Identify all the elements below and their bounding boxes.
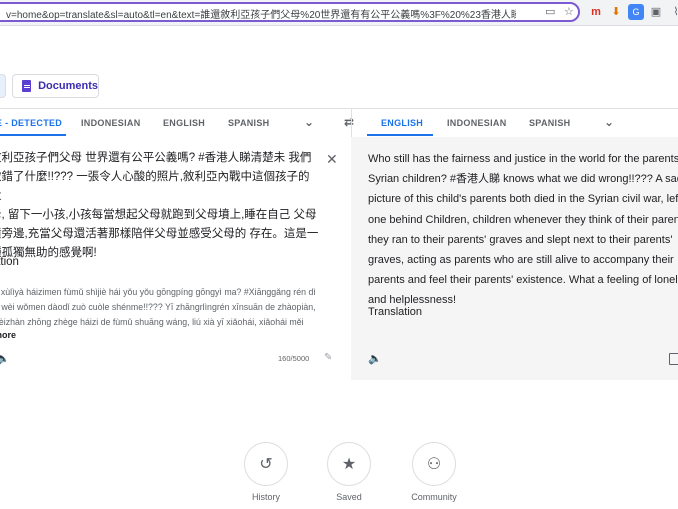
bookmark-extension-icon[interactable]: ⬇ bbox=[608, 4, 624, 20]
gmail-extension-icon[interactable]: m bbox=[588, 4, 604, 20]
tab-target-spanish[interactable]: SPANISH bbox=[529, 118, 570, 128]
text-mode-button[interactable] bbox=[0, 74, 6, 98]
tab-source-detected[interactable]: E - DETECTED bbox=[0, 118, 62, 128]
star-icon[interactable]: ☆ bbox=[564, 5, 574, 18]
target-panel: Who still has the fairness and justice i… bbox=[351, 137, 678, 380]
url-text[interactable]: v=home&op=translate&sl=auto&tl=en&text=誰… bbox=[6, 6, 516, 20]
source-listen-icon[interactable]: 🔈 bbox=[0, 352, 10, 365]
puzzle-extension-icon[interactable]: ▣ bbox=[648, 4, 664, 20]
documents-label: Documents bbox=[38, 80, 98, 92]
document-icon bbox=[22, 80, 32, 92]
saved-label: Saved bbox=[336, 492, 362, 502]
profile-extension-icon[interactable]: ⌇ bbox=[668, 4, 678, 20]
tab-source-spanish[interactable]: SPANISH bbox=[228, 118, 269, 128]
browser-toolbar: v=home&op=translate&sl=auto&tl=en&text=誰… bbox=[0, 0, 678, 26]
tab-source-indonesian[interactable]: INDONESIAN bbox=[81, 118, 141, 128]
edit-icon[interactable]: ✎ bbox=[324, 352, 332, 363]
source-text[interactable]: 敘利亞孩子們父母 世界還有公平公義嗎? #香港人睇清楚未 我們 做錯了什麼!!?… bbox=[0, 149, 320, 263]
translation-label: Translation bbox=[368, 306, 423, 318]
transliteration-text: lì xùlìyà háizimen fùmǔ shìjiè hái yǒu y… bbox=[0, 287, 316, 327]
documents-button[interactable]: Documents bbox=[12, 74, 99, 98]
history-icon[interactable]: ↺ bbox=[244, 442, 288, 486]
community-button[interactable]: ⚇ Community bbox=[404, 442, 464, 502]
tab-target-indonesian[interactable]: INDONESIAN bbox=[447, 118, 507, 128]
source-more-languages-icon[interactable]: ⌄ bbox=[304, 115, 314, 129]
address-bar[interactable]: v=home&op=translate&sl=auto&tl=en&text=誰… bbox=[0, 2, 580, 22]
character-count: 160/5000 bbox=[278, 354, 310, 363]
community-icon[interactable]: ⚇ bbox=[412, 442, 456, 486]
reader-icon[interactable]: ▭ bbox=[545, 5, 555, 18]
target-listen-icon[interactable]: 🔈 bbox=[368, 352, 382, 365]
clear-source-icon[interactable]: ✕ bbox=[326, 151, 338, 168]
history-label: History bbox=[251, 492, 280, 502]
swap-languages-icon[interactable]: ⇄ bbox=[344, 115, 354, 129]
source-panel[interactable]: 敘利亞孩子們父母 世界還有公平公義嗎? #香港人睇清楚未 我們 做錯了什麼!!?… bbox=[0, 137, 351, 380]
saved-button[interactable]: ★ Saved bbox=[319, 442, 379, 502]
translation-text: Who still has the fairness and justice i… bbox=[368, 153, 678, 307]
tab-target-english[interactable]: ENGLISH bbox=[381, 118, 423, 128]
target-tab-underline bbox=[367, 134, 433, 136]
translate-extension-icon[interactable]: G bbox=[628, 4, 644, 20]
history-button[interactable]: ↺ History bbox=[236, 442, 296, 502]
target-more-languages-icon[interactable]: ⌄ bbox=[604, 115, 614, 129]
tab-source-english[interactable]: ENGLISH bbox=[163, 118, 205, 128]
transliteration-heading: ation bbox=[0, 256, 19, 268]
star-filled-icon[interactable]: ★ bbox=[327, 442, 371, 486]
source-tab-underline bbox=[0, 134, 66, 136]
show-more-link[interactable]: more bbox=[0, 330, 16, 340]
community-label: Community bbox=[411, 492, 457, 502]
copy-icon[interactable] bbox=[669, 353, 678, 365]
